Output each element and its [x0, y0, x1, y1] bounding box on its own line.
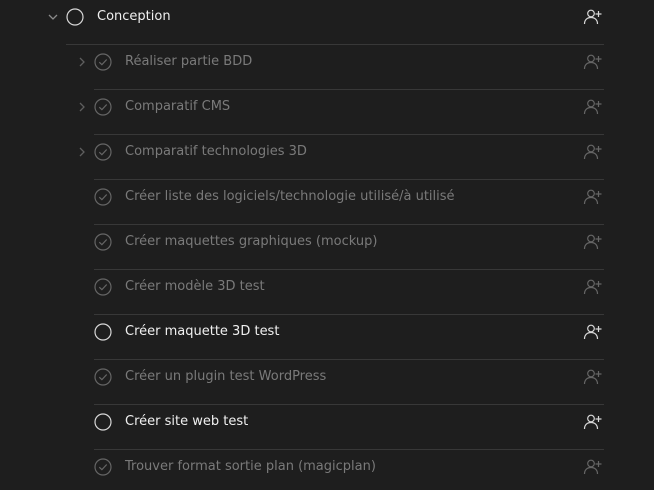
completed-check-icon[interactable] [94, 188, 112, 206]
subtask-row[interactable]: Créer liste des logiciels/technologie ut… [94, 180, 604, 225]
task-checkbox-circle-icon[interactable] [66, 8, 84, 26]
subtask-row[interactable]: Créer modèle 3D test [94, 270, 604, 315]
task-list: Conception Réaliser partie BDD Comparatif… [0, 0, 654, 490]
subtask-label: Créer maquette 3D test [125, 324, 280, 339]
subtask-row[interactable]: Créer un plugin test WordPress [94, 360, 604, 405]
subtask-row[interactable]: Créer maquettes graphiques (mockup) [94, 225, 604, 270]
task-checkbox-circle-icon[interactable] [94, 323, 112, 341]
add-user-icon[interactable] [583, 98, 603, 116]
chevron-down-icon[interactable] [46, 10, 60, 24]
subtask-label: Créer maquettes graphiques (mockup) [125, 234, 378, 249]
subtask-label: Créer liste des logiciels/technologie ut… [125, 189, 455, 204]
subtask-row[interactable]: Créer maquette 3D test [94, 315, 604, 360]
subtask-label: Trouver format sortie plan (magicplan) [125, 459, 376, 474]
completed-check-icon[interactable] [94, 278, 112, 296]
subtask-label: Réaliser partie BDD [125, 54, 253, 69]
add-user-icon[interactable] [583, 143, 603, 161]
subtask-row[interactable]: Créer site web test [94, 405, 604, 450]
completed-check-icon[interactable] [94, 143, 112, 161]
completed-check-icon[interactable] [94, 98, 112, 116]
subtask-row[interactable]: Comparatif CMS [79, 90, 604, 135]
add-user-icon[interactable] [583, 53, 603, 71]
completed-check-icon[interactable] [94, 233, 112, 251]
subtask-label: Comparatif CMS [125, 99, 231, 114]
chevron-right-icon[interactable] [75, 145, 89, 159]
subtask-label: Créer site web test [125, 414, 249, 429]
add-user-icon[interactable] [583, 323, 603, 341]
completed-check-icon[interactable] [94, 53, 112, 71]
chevron-right-icon[interactable] [75, 100, 89, 114]
subtask-label: Créer modèle 3D test [125, 279, 265, 294]
subtask-label: Créer un plugin test WordPress [125, 369, 327, 384]
add-user-icon[interactable] [583, 188, 603, 206]
subtask-row[interactable]: Trouver format sortie plan (magicplan) [94, 450, 604, 490]
completed-check-icon[interactable] [94, 458, 112, 476]
parent-task-label: Conception [97, 9, 171, 24]
chevron-right-icon[interactable] [75, 55, 89, 69]
parent-task-row[interactable]: Conception [48, 0, 604, 45]
add-user-icon[interactable] [583, 368, 603, 386]
add-user-icon[interactable] [583, 278, 603, 296]
subtask-row[interactable]: Réaliser partie BDD [79, 45, 604, 90]
add-user-icon[interactable] [583, 8, 603, 26]
task-checkbox-circle-icon[interactable] [94, 413, 112, 431]
add-user-icon[interactable] [583, 233, 603, 251]
add-user-icon[interactable] [583, 458, 603, 476]
subtask-label: Comparatif technologies 3D [125, 144, 307, 159]
add-user-icon[interactable] [583, 413, 603, 431]
completed-check-icon[interactable] [94, 368, 112, 386]
subtask-row[interactable]: Comparatif technologies 3D [79, 135, 604, 180]
